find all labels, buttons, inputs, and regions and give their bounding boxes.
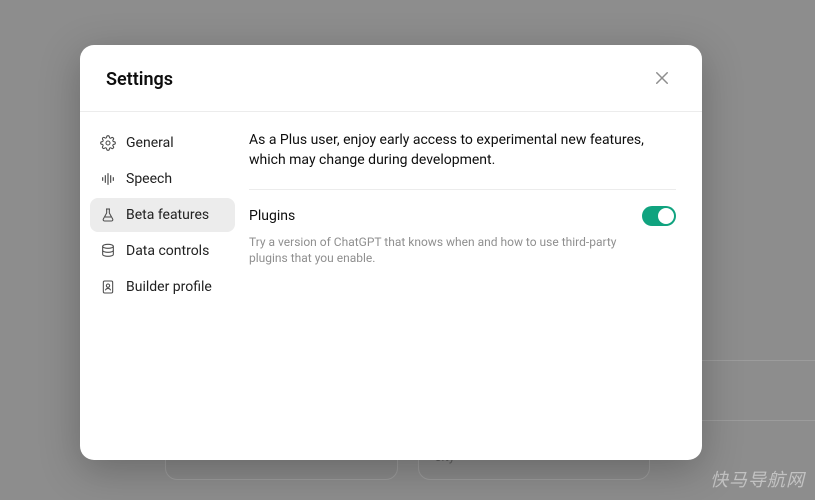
sidebar-item-label: Builder profile (126, 279, 212, 295)
sidebar-item-general[interactable]: General (90, 126, 235, 160)
sidebar-item-label: Speech (126, 171, 172, 187)
close-button[interactable] (648, 65, 676, 93)
modal-title: Settings (106, 69, 173, 90)
modal-header: Settings (80, 45, 702, 112)
sidebar-item-label: General (126, 135, 174, 151)
beta-intro-text: As a Plus user, enjoy early access to ex… (249, 130, 676, 190)
speech-icon (100, 171, 116, 187)
settings-modal: Settings General (80, 45, 702, 460)
settings-sidebar: General Speech (80, 112, 245, 460)
settings-content: As a Plus user, enjoy early access to ex… (245, 112, 702, 460)
profile-icon (100, 279, 116, 295)
toggle-knob (658, 208, 674, 224)
flask-icon (100, 207, 116, 223)
sidebar-item-beta-features[interactable]: Beta features (90, 198, 235, 232)
sidebar-item-builder-profile[interactable]: Builder profile (90, 270, 235, 304)
sidebar-item-label: Beta features (126, 207, 209, 223)
close-icon (653, 69, 671, 90)
sidebar-item-data-controls[interactable]: Data controls (90, 234, 235, 268)
bg-divider (700, 360, 815, 361)
plugins-setting-head: Plugins (249, 206, 676, 226)
sidebar-item-speech[interactable]: Speech (90, 162, 235, 196)
database-icon (100, 243, 116, 259)
plugins-title: Plugins (249, 208, 295, 224)
plugins-setting-row: Plugins Try a version of ChatGPT that kn… (249, 190, 676, 268)
gear-icon (100, 135, 116, 151)
sidebar-item-label: Data controls (126, 243, 209, 259)
modal-body: General Speech (80, 112, 702, 460)
plugins-toggle[interactable] (642, 206, 676, 226)
plugins-description: Try a version of ChatGPT that knows when… (249, 234, 629, 268)
